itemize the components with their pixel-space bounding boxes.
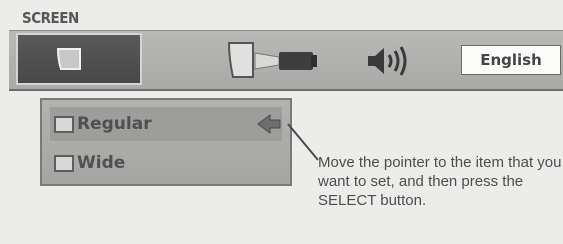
screen-submenu: Regular Wide [40,98,292,186]
speaker-icon[interactable] [364,45,414,77]
option-regular[interactable]: Regular [50,107,282,141]
menu-title: SCREEN [22,9,79,27]
language-label: English [480,51,542,69]
regular-checkbox[interactable] [54,115,74,133]
option-wide-label: Wide [77,153,126,173]
wide-checkbox[interactable] [54,154,74,172]
menu-bar: English [9,30,563,91]
projector-icon[interactable] [223,39,333,83]
tab-language[interactable]: English [461,45,561,75]
pointer-arrow-icon [257,114,281,134]
help-text: Move the pointer to the item that you wa… [318,154,562,209]
option-regular-label: Regular [77,114,152,134]
tab-screen[interactable] [16,33,142,85]
screen-icon [56,48,81,70]
option-wide[interactable]: Wide [50,146,282,180]
